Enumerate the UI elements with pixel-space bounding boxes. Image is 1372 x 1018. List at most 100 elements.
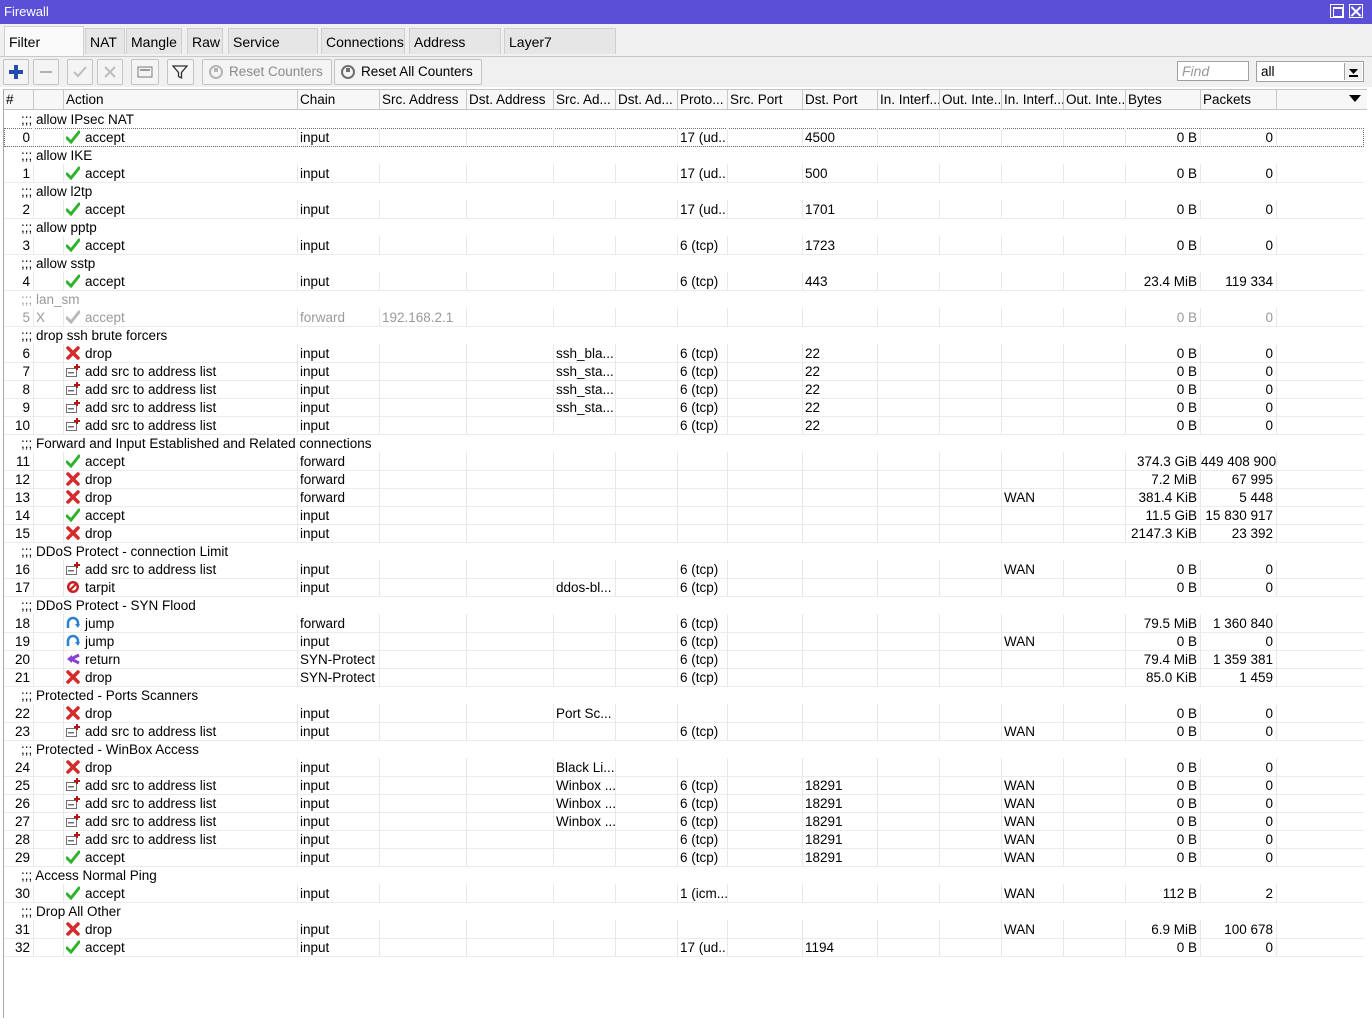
rule-dst-address-list — [616, 398, 678, 416]
tab-filter-rules[interactable]: Filter Rules — [4, 26, 84, 80]
column-menu-icon[interactable] — [1348, 92, 1362, 106]
comment-row[interactable]: ;;; Protected - Ports Scanners — [4, 686, 1364, 704]
reset-counters-button[interactable]: Reset Counters — [202, 59, 332, 85]
rule-dst-port: 443 — [803, 272, 878, 290]
comment-row[interactable]: ;;; DDoS Protect - connection Limit — [4, 542, 1364, 560]
rule-src-address — [380, 938, 467, 956]
filter-select[interactable]: all — [1256, 61, 1364, 82]
tab-mangle[interactable]: Mangle — [126, 28, 182, 54]
rule-dst-address-list — [616, 632, 678, 650]
table-row[interactable]: 14 accept input 11.5 GiB 15 830 917 — [4, 506, 1364, 525]
table-row[interactable]: 4 accept input 6 (tcp) 443 23.4 MiB 119 334 — [4, 272, 1364, 291]
find-input[interactable] — [1177, 61, 1249, 81]
comment-row[interactable]: ;;; allow IPsec NAT — [4, 110, 1364, 128]
table-row[interactable]: 1 accept input 17 (ud... 500 0 B0 — [4, 164, 1364, 183]
col-dst-address-header[interactable]: Dst. Address — [467, 90, 554, 109]
comment-row[interactable]: ;;; Access Normal Ping — [4, 866, 1364, 884]
comment-row[interactable]: ;;; drop ssh brute forcers — [4, 326, 1364, 344]
col-dst-port-header[interactable]: Dst. Port — [803, 90, 878, 109]
table-row[interactable]: 11 accept forward 374.3 GiB 449 408 900 — [4, 452, 1364, 471]
enable-button[interactable] — [67, 59, 93, 85]
filter-button[interactable] — [167, 59, 194, 85]
comment-button[interactable] — [131, 59, 159, 85]
drop-x-icon — [66, 490, 80, 504]
rule-protocol: 6 (tcp) — [678, 722, 728, 740]
col-src-port-header[interactable]: Src. Port — [728, 90, 803, 109]
table-row[interactable]: 9 add src to address list input ssh_sta... 6… — [4, 398, 1364, 417]
table-row[interactable]: 3 accept input 6 (tcp) 1723 0 B0 — [4, 236, 1364, 255]
tab-nat[interactable]: NAT — [85, 28, 125, 54]
table-row[interactable]: 27 add src to address list input Winbox ...… — [4, 812, 1364, 831]
rule-action: drop — [64, 920, 298, 938]
table-row[interactable]: 8 add src to address list input ssh_sta... 6… — [4, 380, 1364, 399]
tab-raw[interactable]: Raw — [187, 28, 223, 54]
col-action-header[interactable]: Action — [64, 90, 298, 109]
comment-row[interactable]: ;;; allow sstp — [4, 254, 1364, 272]
table-row[interactable]: 29 accept input 6 (tcp) 18291 WAN 0 B0 — [4, 848, 1364, 867]
table-row[interactable]: 17 tarpit input ddos-bl... 6 (tcp) 0 B0 — [4, 578, 1364, 597]
table-row[interactable]: 19 jump input 6 (tcp) WAN 0 B0 — [4, 632, 1364, 651]
rule-dst-port: 4500 — [803, 128, 878, 146]
comment-row[interactable]: ;;; Forward and Input Established and Re… — [4, 434, 1364, 452]
table-row[interactable]: 28 add src to address list input 6 (tcp) 182… — [4, 830, 1364, 849]
rule-bytes: 79.4 MiB — [1126, 650, 1201, 668]
table-row[interactable]: 32 accept input 17 (ud... 1194 0 B0 — [4, 938, 1364, 957]
table-row[interactable]: 15 drop input 2147.3 KiB 23 392 — [4, 524, 1364, 543]
table-row[interactable]: 18 jump forward 6 (tcp) 79.5 MiB 1 360 840 — [4, 614, 1364, 633]
add-button[interactable] — [3, 59, 29, 85]
tab-connections[interactable]: Connections — [321, 28, 405, 54]
table-row[interactable]: 30 accept input 1 (icm... WAN 112 B2 — [4, 884, 1364, 903]
table-row[interactable]: 16 add src to address list input 6 (tcp) WAN… — [4, 560, 1364, 579]
chevron-down-icon[interactable] — [1344, 63, 1362, 80]
table-row[interactable]: 25 add src to address list input Winbox ...… — [4, 776, 1364, 795]
comment-row[interactable]: ;;; allow l2tp — [4, 182, 1364, 200]
table-row[interactable]: 0 accept input 17 (ud... 4500 0 B0 — [4, 128, 1364, 147]
col-src-address-header[interactable]: Src. Address — [380, 90, 467, 109]
table-row[interactable]: 2 accept input 17 (ud... 1701 0 B0 — [4, 200, 1364, 219]
rule-number: 32 — [4, 938, 34, 956]
rule-action: accept — [64, 272, 298, 290]
tab-layer7-protocols[interactable]: Layer7 Protocols — [504, 28, 616, 76]
reset-all-counters-button[interactable]: Reset All Counters — [334, 59, 482, 85]
col-protocol-header[interactable]: Proto... — [678, 90, 728, 109]
table-row[interactable]: 21 drop SYN-Protect 6 (tcp) 85.0 KiB 1 459 — [4, 668, 1364, 687]
comment-row[interactable]: ;;; allow pptp — [4, 218, 1364, 236]
table-row[interactable]: 20 return SYN-Protect 6 (tcp) 79.4 MiB 1 359 … — [4, 650, 1364, 669]
col-flag-header[interactable] — [34, 90, 64, 109]
table-row[interactable]: 12 drop forward 7.2 MiB 67 995 — [4, 470, 1364, 489]
table-row[interactable]: 31 drop input WAN 6.9 MiB 100 678 — [4, 920, 1364, 939]
table-row[interactable]: 13 drop forward WAN 381.4 KiB 5 448 — [4, 488, 1364, 507]
col-out-interface-list-header[interactable]: Out. Inte... — [1064, 90, 1126, 109]
close-button[interactable] — [1349, 4, 1363, 18]
table-row[interactable]: 7 add src to address list input ssh_sta... 6… — [4, 362, 1364, 381]
disable-button[interactable] — [97, 59, 123, 85]
remove-button[interactable] — [33, 59, 59, 85]
table-row[interactable]: 6 drop input ssh_bla... 6 (tcp) 22 0 B0 — [4, 344, 1364, 363]
table-row[interactable]: 23 add src to address list input 6 (tcp) WAN… — [4, 722, 1364, 741]
col-num-header[interactable]: # — [4, 90, 34, 109]
comment-row[interactable]: ;;; Drop All Other — [4, 902, 1364, 920]
rule-dst-port — [803, 488, 878, 506]
table-row[interactable]: 26 add src to address list input Winbox ...… — [4, 794, 1364, 813]
col-in-interface-list-header[interactable]: In. Interf... — [1002, 90, 1064, 109]
tab-address-lists[interactable]: Address Lists — [409, 28, 501, 76]
col-src-address-list-header[interactable]: Src. Ad... — [554, 90, 616, 109]
col-packets-header[interactable]: Packets — [1201, 90, 1277, 109]
comment-row[interactable]: ;;; lan_sm — [4, 290, 1364, 308]
table-row[interactable]: 24 drop input Black Li... 0 B0 — [4, 758, 1364, 777]
maximize-button[interactable] — [1330, 4, 1344, 18]
col-out-interface-header[interactable]: Out. Inte... — [940, 90, 1002, 109]
comment-row[interactable]: ;;; Protected - WinBox Access — [4, 740, 1364, 758]
comment-row[interactable]: ;;; allow IKE — [4, 146, 1364, 164]
col-chain-header[interactable]: Chain — [298, 90, 380, 109]
rule-protocol — [678, 524, 728, 542]
col-in-interface-header[interactable]: In. Interf... — [878, 90, 940, 109]
rule-dst-address — [467, 812, 554, 830]
table-row[interactable]: 22 drop input Port Sc... 0 B0 — [4, 704, 1364, 723]
comment-row[interactable]: ;;; DDoS Protect - SYN Flood — [4, 596, 1364, 614]
col-dst-address-list-header[interactable]: Dst. Ad... — [616, 90, 678, 109]
col-bytes-header[interactable]: Bytes — [1126, 90, 1201, 109]
table-row[interactable]: 10 add src to address list input 6 (tcp) 22 0… — [4, 416, 1364, 435]
tab-service-ports[interactable]: Service Ports — [228, 28, 318, 76]
table-row[interactable]: 5 Xaccept forward 192.168.2.1 0 B0 — [4, 308, 1364, 327]
